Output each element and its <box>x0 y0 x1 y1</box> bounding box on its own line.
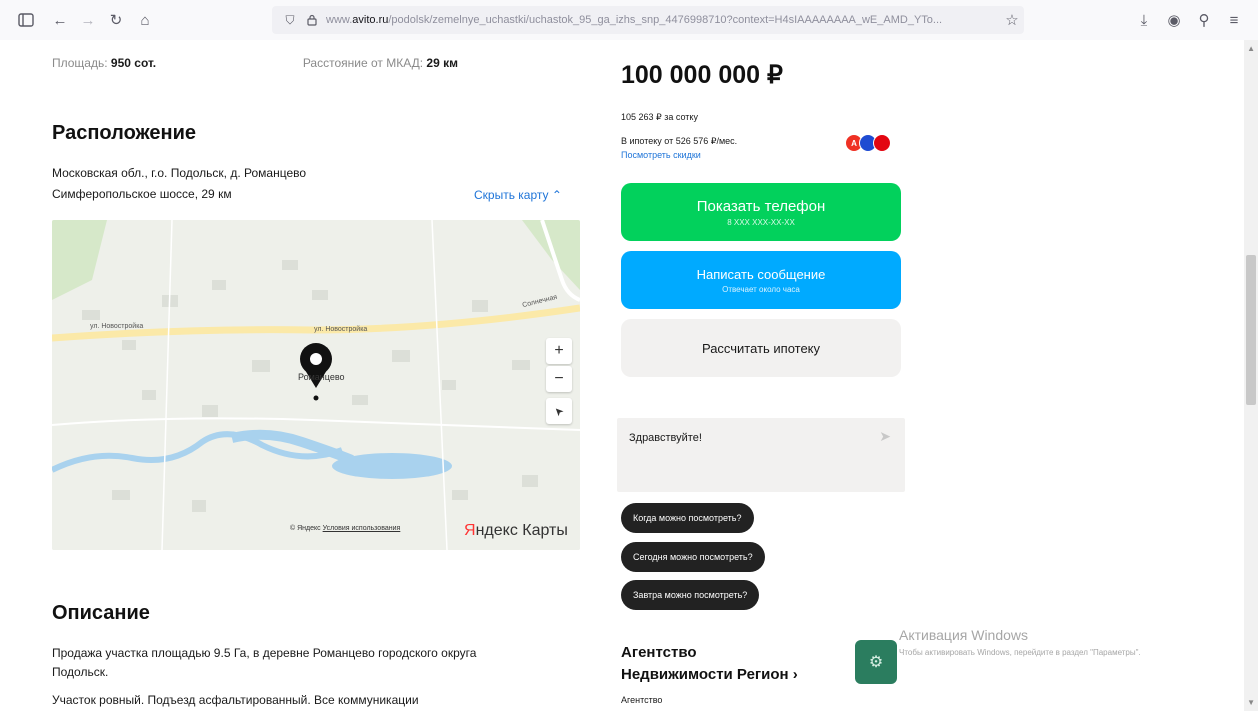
quick-reply-chip[interactable]: Когда можно посмотреть? <box>621 503 754 533</box>
write-message-button[interactable]: Написать сообщение Отвечает около часа <box>621 251 901 309</box>
bookmark-star-icon[interactable]: ☆ <box>1000 8 1024 32</box>
chat-greeting[interactable]: Здравствуйте! <box>629 432 702 444</box>
download-icon[interactable]: ⤓ <box>1132 8 1156 32</box>
highway-distance: Симферопольское шоссе, 29 км <box>52 187 232 201</box>
back-icon[interactable]: ← <box>48 8 72 32</box>
price-per-sotka: 105 263 ₽ за сотку <box>621 112 698 122</box>
zoom-out-button[interactable]: − <box>546 366 572 392</box>
scroll-down-icon[interactable]: ▼ <box>1247 698 1255 707</box>
distance-label: Расстояние от МКАД: <box>302 56 424 70</box>
calc-mortgage-button[interactable]: Рассчитать ипотеку <box>621 319 901 377</box>
description-text: Подольск. <box>52 665 109 679</box>
url-prefix: www. <box>326 14 353 26</box>
watermark-text: Чтобы активировать Windows, перейдите в … <box>899 648 1141 657</box>
send-icon[interactable]: ➤ <box>879 428 891 445</box>
area-label: Площадь: <box>52 56 108 70</box>
yandex-logo-letter: Я <box>464 522 476 539</box>
map-copyright-text: © Яндекс <box>290 525 321 532</box>
bank-logos[interactable]: А <box>845 134 891 152</box>
browser-toolbar: ← → ↻ ⌂ ⛉ www. avito.ru/podolsk/zemelnye_… <box>0 0 1258 40</box>
calc-mortgage-label: Рассчитать ипотеку <box>701 340 821 356</box>
distance-value: 29 км <box>426 56 458 70</box>
show-phone-button[interactable]: Показать телефон 8 XXX XXX-XX-XX <box>621 183 901 241</box>
write-message-label: Написать сообщение <box>696 266 826 282</box>
sidebar-icon[interactable] <box>14 8 38 32</box>
bank-logo-icon <box>873 134 891 152</box>
map-road-label: ул. Новостройка <box>314 326 368 333</box>
map-canvas[interactable] <box>52 220 580 550</box>
scrollbar-thumb[interactable] <box>1246 255 1256 405</box>
agency-name-link[interactable]: Агентство Недвижимости Регион › <box>621 642 798 686</box>
forward-icon[interactable]: → <box>76 8 100 32</box>
chat-message-input[interactable]: Здравствуйте! ➤ <box>617 418 905 492</box>
home-icon[interactable]: ⌂ <box>133 8 157 32</box>
url-domain: avito.ru <box>352 14 389 26</box>
url-path: /podolsk/zemelnye_uchastki/uchastok_95_g… <box>388 14 943 26</box>
geolocation-button[interactable]: ➤ <box>546 398 572 424</box>
quick-reply-chip[interactable]: Сегодня можно посмотреть? <box>621 542 765 572</box>
agency-name-line: Недвижимости Регион › <box>621 666 798 683</box>
description-heading: Описание <box>52 602 150 624</box>
map-terms-link[interactable]: Условия использования <box>323 525 401 532</box>
mortgage-info: В ипотеку от 526 576 ₽/мес. <box>621 136 738 146</box>
account-icon[interactable]: ◉ <box>1162 8 1186 32</box>
reload-icon[interactable]: ↻ <box>104 8 128 32</box>
agency-name-line: Агентство <box>621 644 697 661</box>
url-bar[interactable]: ⛉ www. avito.ru/podolsk/zemelnye_uchastki… <box>272 6 1024 34</box>
shield-icon[interactable]: ⛉ <box>282 12 298 28</box>
see-discounts-link[interactable]: Посмотреть скидки <box>621 150 701 160</box>
watermark-title: Активация Windows <box>899 627 1029 643</box>
zoom-in-button[interactable]: + <box>546 338 572 364</box>
agency-logo[interactable]: ⚙ <box>855 640 897 684</box>
map-road-label: ул. Новостройка <box>90 323 144 330</box>
phone-masked: 8 XXX XXX-XX-XX <box>727 217 795 227</box>
location-heading: Расположение <box>52 122 197 144</box>
scroll-up-icon[interactable]: ▲ <box>1247 44 1255 53</box>
show-phone-label: Показать телефон <box>696 197 826 215</box>
price: 100 000 000 ₽ <box>621 61 783 89</box>
lock-icon[interactable] <box>304 12 320 28</box>
address-line: Московская обл., г.о. Подольск, д. Роман… <box>52 166 307 180</box>
yandex-logo-text: ндекс Карты <box>475 522 568 539</box>
windows-activation-watermark: Активация Windows Чтобы активировать Win… <box>899 627 1219 658</box>
extensions-icon[interactable]: ⚲ <box>1192 8 1216 32</box>
description-text: Участок ровный. Подъезд асфальтированный… <box>52 693 419 707</box>
menu-icon[interactable]: ≡ <box>1222 8 1246 32</box>
listing-params: Площадь: 950 сот. Расстояние от МКАД: 29… <box>52 56 458 70</box>
description-text: Продажа участка площадью 9.5 Га, в дерев… <box>52 646 477 660</box>
agency-logo-icon: ⚙ <box>868 654 884 671</box>
page-scrollbar[interactable]: ▲ ▼ <box>1244 40 1258 711</box>
hide-map-link[interactable]: Скрыть карту ⌃ <box>474 188 562 202</box>
area-value: 950 сот. <box>110 56 157 70</box>
agency-type: Агентство <box>621 695 663 705</box>
yandex-maps-logo[interactable]: Яндекс Карты <box>464 522 568 540</box>
reply-time: Отвечает около часа <box>722 284 800 294</box>
map-place-label: Романцево <box>298 372 345 382</box>
yandex-map[interactable]: ул. Новостройка ул. Новостройка Солнечна… <box>52 220 580 550</box>
locate-arrow-icon: ➤ <box>551 403 567 419</box>
map-copyright: © Яндекс Условия использования <box>290 525 400 532</box>
quick-reply-chip[interactable]: Завтра можно посмотреть? <box>621 580 760 610</box>
